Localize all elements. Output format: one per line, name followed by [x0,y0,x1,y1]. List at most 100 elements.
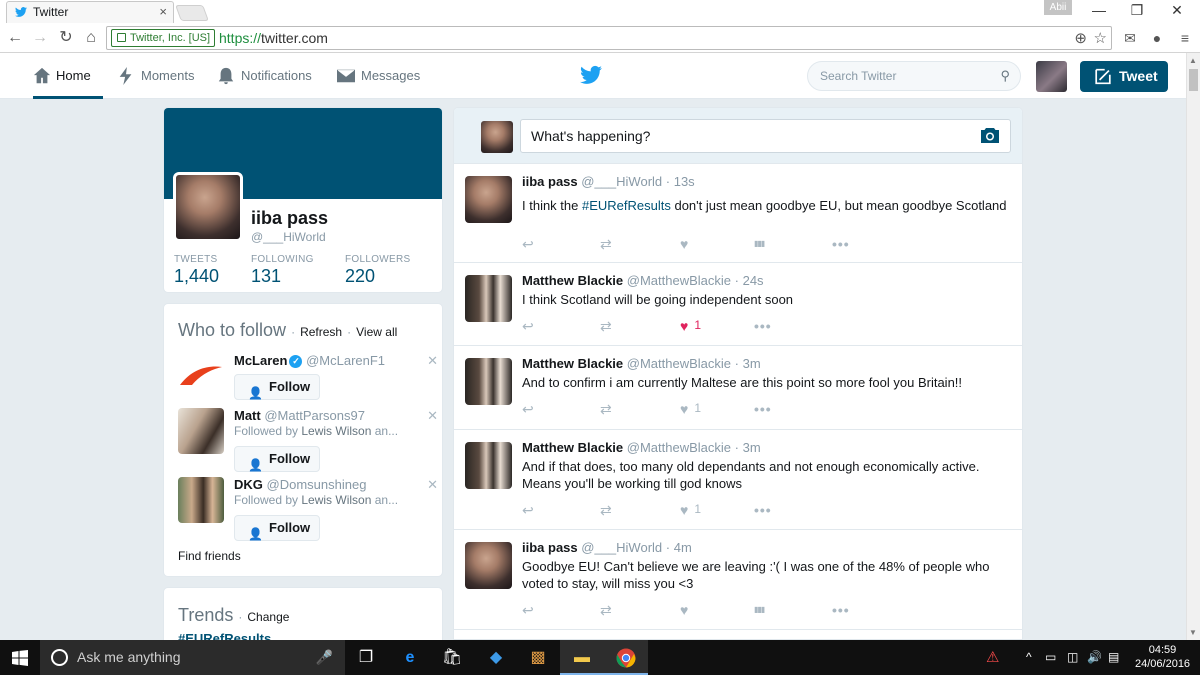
secure-badge[interactable]: Twitter, Inc. [US] [111,29,216,47]
tweet-avatar[interactable] [465,275,512,322]
tweet-timestamp[interactable]: 13s [674,174,695,189]
mclaren-logo[interactable] [178,353,224,399]
like-button[interactable]: ♥ [680,602,688,618]
file-explorer-icon[interactable]: ▬ [560,640,604,675]
like-button[interactable]: ♥ 1 [680,318,701,334]
suggestion-avatar[interactable] [178,408,224,454]
close-tab-icon[interactable]: × [159,2,167,22]
page-scrollbar[interactable]: ▲ ▼ [1186,53,1200,640]
reply-icon[interactable]: ↩ [522,401,534,418]
stat-tweets[interactable]: TWEETS 1,440 [174,254,219,287]
tweet-timestamp[interactable]: 4m [674,540,692,555]
compose-input[interactable]: What's happening? [520,119,1011,153]
tweet-author-handle[interactable]: @MatthewBlackie [627,440,731,455]
chrome-icon[interactable] [604,640,648,675]
system-clock[interactable]: 04:59 24/06/2016 [1135,643,1190,671]
tweet-timestamp[interactable]: 24s [743,273,764,288]
action-center-icon[interactable]: ▤ [1108,640,1119,675]
profile-name[interactable]: iiba pass [251,208,328,229]
search-input[interactable]: Search Twitter ⚲ [807,61,1021,91]
reply-icon[interactable]: ↩ [522,602,534,619]
edge-browser-icon[interactable]: e [388,640,432,675]
app-icon[interactable]: ▩ [516,640,560,675]
tweet-item[interactable]: iiba pass @___HiWorld · 13s I think the #… [454,164,1022,263]
reply-icon[interactable]: ↩ [522,502,534,519]
tweet-avatar[interactable] [465,442,512,489]
suggestion-name-line[interactable]: Matt @MattParsons97 [234,408,365,423]
tweet-author-name[interactable]: iiba pass [522,174,578,189]
more-icon[interactable]: ••• [832,236,850,252]
tweet-timestamp[interactable]: 3m [743,356,761,371]
home-icon[interactable]: ⌂ [80,27,102,49]
dropbox-icon[interactable]: ◆ [474,640,518,675]
retweet-icon[interactable]: ⇄ [600,236,612,253]
change-trends-link[interactable]: Change [247,610,289,624]
show-hidden-icons[interactable]: ^ [1026,640,1032,675]
tweet-avatar[interactable] [465,542,512,589]
zoom-icon[interactable]: ⊕ [1074,29,1087,47]
scrollbar-thumb[interactable] [1189,69,1198,91]
more-icon[interactable]: ••• [754,502,772,518]
retweet-icon[interactable]: ⇄ [600,502,612,519]
gmail-extension-icon[interactable]: ✉ [1121,30,1139,48]
tweet-author-handle[interactable]: @MatthewBlackie [627,273,731,288]
camera-icon[interactable] [980,127,1000,144]
microphone-icon[interactable]: 🎤 [316,640,333,675]
like-button[interactable]: ♥ 1 [680,502,701,518]
follow-button[interactable]: 👤 Follow [234,446,320,472]
suggestion-avatar[interactable] [178,477,224,523]
follow-button[interactable]: 👤 Follow [234,374,320,400]
retweet-icon[interactable]: ⇄ [600,401,612,418]
new-tab-button[interactable] [175,5,209,21]
cortana-search-box[interactable]: Ask me anything 🎤 [40,640,345,675]
close-window-icon[interactable]: ✕ [1160,0,1194,22]
refresh-link[interactable]: Refresh [300,325,342,339]
minimize-icon[interactable]: — [1082,0,1116,22]
tweet-author-name[interactable]: Matthew Blackie [522,356,623,371]
tweet-author-handle[interactable]: @___HiWorld [581,540,662,555]
nav-home[interactable]: Home [33,53,103,99]
notification-alert-icon[interactable]: ⚠ [986,640,999,675]
analytics-icon[interactable]: ▮▮▮ [754,605,765,614]
restore-icon[interactable]: ❐ [1120,0,1154,22]
tweet-item[interactable]: Matthew Blackie @MatthewBlackie · 24s I t… [454,263,1022,346]
nav-messages[interactable]: Messages [337,53,420,99]
tweet-author-name[interactable]: Matthew Blackie [522,273,623,288]
analytics-icon[interactable]: ▮▮▮ [754,239,765,248]
retweet-icon[interactable]: ⇄ [600,602,612,619]
back-arrow-icon[interactable]: ← [4,27,26,49]
nav-moments[interactable]: Moments [117,53,194,99]
scroll-up-icon[interactable]: ▲ [1189,56,1197,65]
bookmark-star-icon[interactable]: ☆ [1094,29,1107,47]
forward-arrow-icon[interactable]: → [29,27,51,49]
browser-profile-label[interactable]: Abii [1044,0,1072,15]
tweet-author-handle[interactable]: @MatthewBlackie [627,356,731,371]
dismiss-icon[interactable]: ✕ [427,353,438,369]
tweet-item[interactable]: iiba pass @___HiWorld · 4m Goodbye EU! Ca… [454,530,1022,630]
suggestion-name-line[interactable]: DKG @Domsunshineg [234,477,366,492]
twitter-bird-logo-icon[interactable] [580,65,602,85]
suggestion-name-line[interactable]: McLaren ✓ @McLarenF1 [234,353,385,368]
profile-handle[interactable]: @___HiWorld [251,230,326,244]
tweet-author-name[interactable]: Matthew Blackie [522,440,623,455]
view-all-link[interactable]: View all [356,325,397,339]
tweet-author-handle[interactable]: @___HiWorld [581,174,662,189]
stat-followers[interactable]: FOLLOWERS 220 [345,254,411,287]
bulb-extension-icon[interactable]: ● [1148,30,1166,48]
scroll-down-icon[interactable]: ▼ [1189,628,1197,637]
volume-icon[interactable]: 🔊 [1087,640,1102,675]
find-friends-link[interactable]: Find friends [178,549,241,563]
dismiss-icon[interactable]: ✕ [427,477,438,493]
followed-by-name[interactable]: Lewis Wilson [301,493,371,507]
reply-icon[interactable]: ↩ [522,236,534,253]
more-icon[interactable]: ••• [754,401,772,417]
tweet-author-name[interactable]: iiba pass [522,540,578,555]
like-button[interactable]: ♥ 1 [680,401,701,417]
task-view-icon[interactable]: ❐ [344,640,388,675]
tweet-timestamp[interactable]: 3m [743,440,761,455]
stat-following[interactable]: FOLLOWING 131 [251,254,314,287]
tweet-button[interactable]: Tweet [1080,61,1168,92]
more-icon[interactable]: ••• [754,318,772,334]
tweet-avatar[interactable] [465,176,512,223]
retweet-icon[interactable]: ⇄ [600,318,612,335]
